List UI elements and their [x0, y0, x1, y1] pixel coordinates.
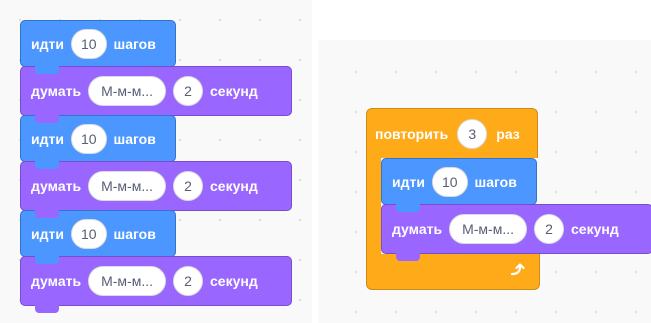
- steps-input[interactable]: 10: [70, 218, 107, 249]
- block-label: секунд: [571, 221, 619, 237]
- think-text-input[interactable]: М-м-м...: [88, 171, 166, 201]
- block-label: секунд: [210, 178, 258, 194]
- block-label: идти: [392, 173, 425, 190]
- loop-arrow-icon: [510, 263, 525, 276]
- repeat-block-body: идти 10 шагов думать М-м-м... 2 секунд: [366, 158, 651, 261]
- block-label: раз: [496, 125, 520, 142]
- move-steps-block[interactable]: идти 10 шагов: [20, 20, 176, 74]
- seconds-input[interactable]: 2: [173, 266, 203, 296]
- block-label: идти: [31, 35, 64, 52]
- think-for-secs-block[interactable]: думать М-м-м... 2 секунд: [20, 256, 292, 313]
- think-for-secs-block[interactable]: думать М-м-м... 2 секунд: [20, 66, 292, 123]
- seconds-input[interactable]: 2: [173, 76, 203, 106]
- block-label: секунд: [210, 273, 258, 289]
- move-steps-block[interactable]: идти 10 шагов: [381, 158, 537, 212]
- block-label: идти: [31, 130, 64, 147]
- block-label: думать: [31, 178, 82, 194]
- repeat-block-arm: [366, 158, 381, 254]
- block-label: думать: [31, 273, 82, 289]
- steps-input[interactable]: 10: [70, 28, 107, 59]
- block-label: повторить: [375, 125, 449, 142]
- seconds-input[interactable]: 2: [173, 171, 203, 201]
- seconds-input[interactable]: 2: [534, 214, 564, 244]
- steps-input[interactable]: 10: [70, 123, 107, 154]
- think-text-input[interactable]: М-м-м...: [449, 214, 527, 244]
- think-text-input[interactable]: М-м-м...: [88, 266, 166, 296]
- block-label: секунд: [210, 83, 258, 99]
- repeat-inner-stack: идти 10 шагов думать М-м-м... 2 секунд: [381, 158, 651, 261]
- block-label: идти: [31, 225, 64, 242]
- block-label: шагов: [113, 130, 156, 147]
- block-label: шагов: [474, 173, 517, 190]
- repeat-block[interactable]: повторить 3 раз идти 10 шагов думать М-м…: [366, 108, 651, 290]
- repeat-block-header[interactable]: повторить 3 раз: [366, 108, 538, 158]
- think-for-secs-block[interactable]: думать М-м-м... 2 секунд: [20, 161, 292, 218]
- repeat-count-input[interactable]: 3: [457, 118, 488, 149]
- repeat-block-footer[interactable]: [366, 254, 540, 290]
- left-script-stack: идти 10 шагов думать М-м-м... 2 секунд и…: [20, 20, 292, 313]
- think-text-input[interactable]: М-м-м...: [88, 76, 166, 106]
- think-for-secs-block[interactable]: думать М-м-м... 2 секунд: [381, 204, 651, 261]
- block-label: думать: [31, 83, 82, 99]
- block-label: шагов: [113, 225, 156, 242]
- block-label: шагов: [113, 35, 156, 52]
- block-label: думать: [392, 221, 443, 237]
- steps-input[interactable]: 10: [431, 166, 468, 197]
